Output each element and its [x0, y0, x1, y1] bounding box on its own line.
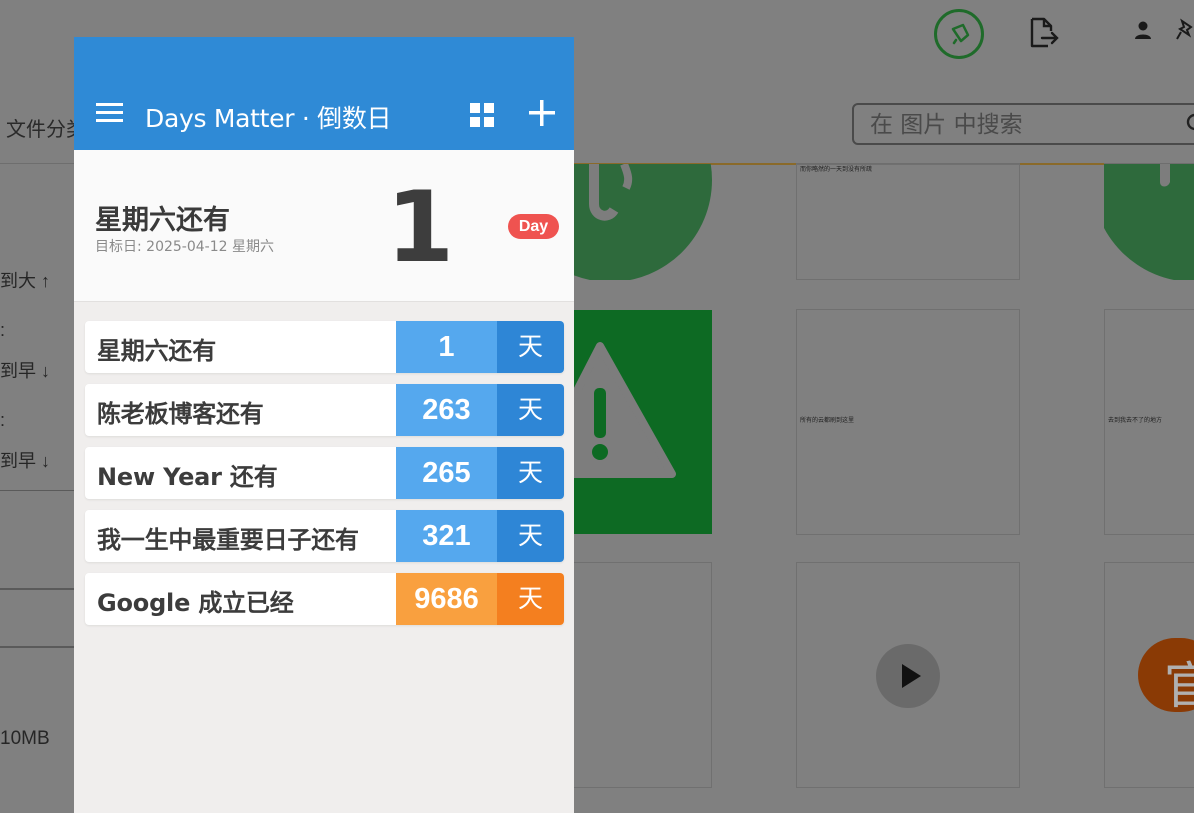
featured-target-date: 目标日: 2025-04-12 星期六	[95, 239, 274, 255]
image-thumbnail[interactable]: 去到我去不了的地方	[1104, 309, 1194, 535]
bell-icon	[951, 23, 970, 45]
event-row[interactable]: New Year 还有 265 天	[85, 447, 564, 499]
logo-glyph: 官	[1164, 657, 1194, 712]
divider	[1020, 163, 1104, 165]
event-label: Google 成立已经	[97, 589, 294, 617]
event-row[interactable]: 星期六还有 1 天	[85, 321, 564, 373]
account-button[interactable]	[1133, 20, 1153, 45]
sort-heading: :	[0, 410, 6, 430]
export-button[interactable]	[1028, 16, 1060, 55]
image-thumbnail[interactable]	[574, 310, 712, 534]
sort-option-date[interactable]: 到早 ↓	[0, 447, 50, 473]
event-days-unit: 天	[497, 321, 564, 373]
event-label: New Year 还有	[97, 463, 278, 491]
sort-option-size[interactable]: 到大 ↑	[0, 267, 50, 293]
add-icon[interactable]	[528, 99, 556, 127]
image-thumbnail[interactable]: 所有的云都刷到这里	[796, 309, 1020, 535]
event-row[interactable]: 我一生中最重要日子还有 321 天	[85, 510, 564, 562]
day-badge: Day	[508, 214, 559, 239]
app-header: Days Matter · 倒数日	[74, 37, 574, 150]
notification-button[interactable]	[934, 9, 984, 59]
sort-option-date[interactable]: 到早 ↓	[0, 357, 50, 383]
menu-icon[interactable]	[96, 103, 123, 123]
file-export-icon	[1030, 17, 1059, 48]
image-thumbnail[interactable]	[574, 562, 712, 788]
featured-event-title: 星期六还有	[95, 205, 230, 236]
event-label: 陈老板博客还有	[97, 400, 264, 428]
image-thumbnail[interactable]	[574, 164, 712, 280]
app-title: Days Matter · 倒数日	[145, 104, 392, 133]
filter-box[interactable]	[0, 588, 74, 648]
event-days-count: 265	[396, 447, 497, 499]
search-input[interactable]	[870, 111, 1170, 139]
event-days-count: 263	[396, 384, 497, 436]
event-days-unit: 天	[497, 447, 564, 499]
event-days-count: 1	[396, 321, 497, 373]
event-days-unit: 天	[497, 510, 564, 562]
pin-button[interactable]	[1176, 18, 1194, 47]
storage-size-label: 10MB	[0, 728, 50, 749]
featured-days-count: 1	[386, 171, 455, 285]
image-thumbnail[interactable]: 而你略然的一天到没有所疏	[796, 164, 1020, 280]
sort-heading: :	[0, 320, 6, 340]
divider	[0, 490, 74, 491]
image-thumbnail[interactable]	[1104, 164, 1194, 280]
warning-icon	[574, 342, 676, 478]
featured-countdown-card[interactable]: 星期六还有 目标日: 2025-04-12 星期六 1 Day	[74, 150, 574, 302]
search-box[interactable]	[852, 103, 1194, 145]
thumbnail-caption: 所有的云都刷到这里	[800, 418, 855, 424]
event-label: 我一生中最重要日子还有	[97, 526, 359, 554]
event-days-unit: 天	[497, 573, 564, 625]
user-icon	[1135, 21, 1151, 39]
music-logo-image	[1104, 164, 1194, 280]
event-row[interactable]: 陈老板博客还有 263 天	[85, 384, 564, 436]
grid-view-icon[interactable]	[470, 103, 494, 127]
pin-icon	[1176, 18, 1193, 40]
event-row[interactable]: Google 成立已经 9686 天	[85, 573, 564, 625]
days-matter-app: Days Matter · 倒数日 星期六还有 目标日: 2025-04-12 …	[74, 37, 574, 813]
search-icon[interactable]	[1186, 113, 1194, 135]
event-days-count: 321	[396, 510, 497, 562]
play-icon	[902, 664, 921, 688]
event-label: 星期六还有	[97, 337, 216, 365]
event-days-unit: 天	[497, 384, 564, 436]
thumbnail-caption: 而你略然的一天到没有所疏	[800, 167, 873, 173]
event-days-count: 9686	[396, 573, 497, 625]
music-logo-image	[574, 164, 712, 280]
play-button[interactable]	[876, 644, 940, 708]
thumbnail-caption: 去到我去不了的地方	[1108, 418, 1163, 424]
